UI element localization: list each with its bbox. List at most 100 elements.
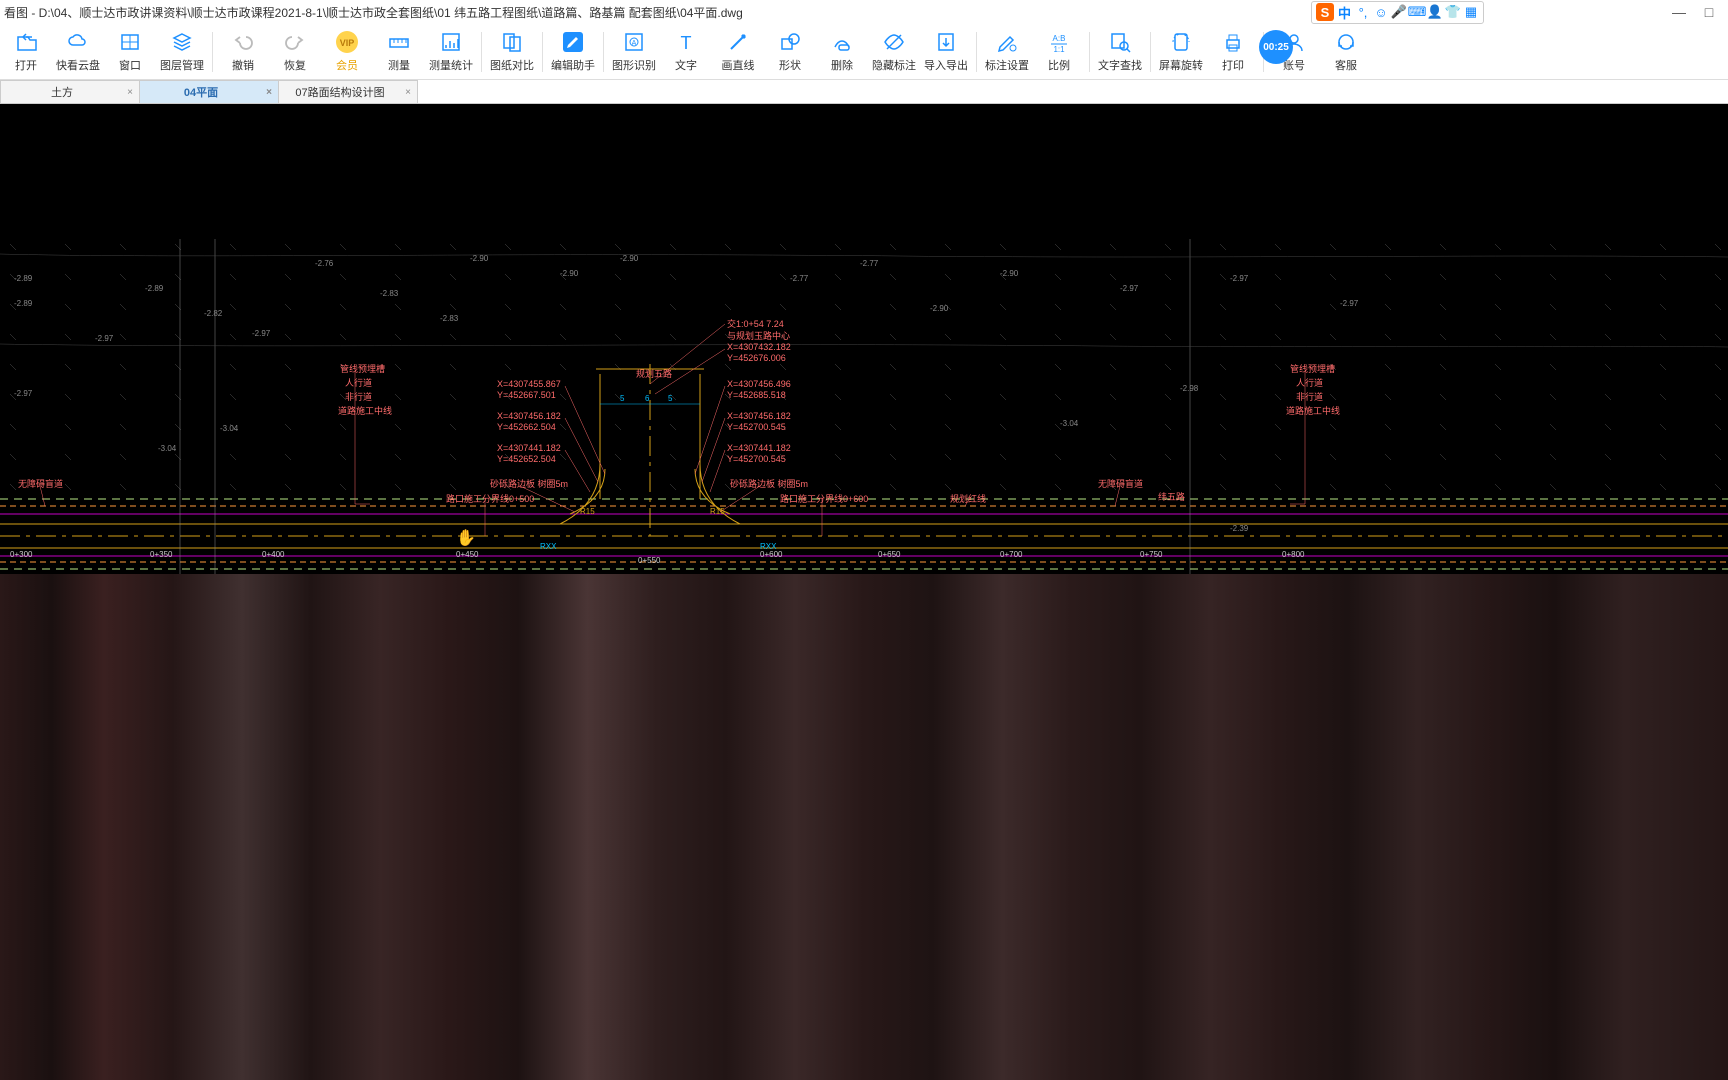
ime-indicator[interactable]: S 中 °, ☺ 🎤 ⌨ 👤 👕 ▦ [1311, 1, 1484, 24]
text-icon: T [674, 30, 698, 54]
cad-annotation: 人行道 [345, 376, 372, 389]
tool-label: 图纸对比 [490, 57, 534, 73]
tool-label: 客服 [1335, 57, 1357, 73]
tool-scale[interactable]: A:B1:1 比例 [1033, 24, 1085, 80]
tool-line[interactable]: 画直线 [712, 24, 764, 80]
cloud-icon [66, 30, 90, 54]
tool-print[interactable]: 打印 [1207, 24, 1259, 80]
annset-icon [995, 30, 1019, 54]
tab-土方[interactable]: 土方× [0, 80, 140, 103]
tool-rotate[interactable]: 屏幕旋转 [1155, 24, 1207, 80]
maximize-button[interactable]: □ [1694, 4, 1724, 20]
tool-window[interactable]: 窗口 [104, 24, 156, 80]
tool-mstats[interactable]: 测量统计 [425, 24, 477, 80]
tool-shape[interactable]: 形状 [764, 24, 816, 80]
tool-hide[interactable]: 隐藏标注 [868, 24, 920, 80]
tab-close-icon[interactable]: × [405, 87, 411, 98]
cad-annotation: X=4307456.496 [727, 379, 791, 389]
cad-annotation: Y=452685.518 [727, 390, 786, 400]
recording-timer[interactable]: 00:25 [1259, 30, 1293, 64]
svg-text:6: 6 [645, 394, 650, 403]
tool-label: 画直线 [722, 57, 755, 73]
tool-service[interactable]: 客服 [1320, 24, 1372, 80]
elevation-label: -2.90 [930, 304, 948, 313]
cad-annotation: Y=452662.504 [497, 422, 556, 432]
cad-annotation: 路口施工分界线0+500 [446, 492, 534, 505]
tool-text[interactable]: T文字 [660, 24, 712, 80]
elevation-label: -3.04 [220, 424, 238, 433]
svg-text:A: A [632, 40, 637, 47]
tool-vip[interactable]: VIP 会员 [321, 24, 373, 80]
compare-icon [500, 30, 524, 54]
tool-undo[interactable]: 撤销 [217, 24, 269, 80]
tool-delete[interactable]: 删除 [816, 24, 868, 80]
tool-measure[interactable]: 测量 [373, 24, 425, 80]
elevation-label: -2.90 [470, 254, 488, 263]
tool-annset[interactable]: 标注设置 [981, 24, 1033, 80]
pan-cursor-icon: ✋ [456, 528, 476, 548]
tool-recog[interactable]: A图形识别 [608, 24, 660, 80]
station-label: 0+550 [638, 556, 660, 565]
find-icon [1108, 30, 1132, 54]
tool-find[interactable]: 文字查找 [1094, 24, 1146, 80]
tab-close-icon[interactable]: × [266, 87, 272, 98]
tool-label: 隐藏标注 [872, 57, 916, 73]
redo-icon [283, 30, 307, 54]
cad-annotation: X=4307441.182 [727, 443, 791, 453]
tool-layers[interactable]: 图层管理 [156, 24, 208, 80]
shape-icon [778, 30, 802, 54]
cad-annotation: X=4307432.182 [727, 342, 791, 352]
ime-user-icon: 👤 [1427, 4, 1443, 20]
hide-icon [882, 30, 906, 54]
tool-edit[interactable]: 编辑助手 [547, 24, 599, 80]
cad-annotation: 非行道 [345, 390, 372, 403]
tab-04平面[interactable]: 04平面× [139, 80, 279, 103]
tool-label: 快看云盘 [56, 57, 100, 73]
cad-annotation: Y=452667.501 [497, 390, 556, 400]
tool-label: 会员 [336, 57, 358, 73]
cad-annotation: 道路施工中线 [338, 404, 392, 417]
elevation-label: -2.90 [1000, 269, 1018, 278]
tab-close-icon[interactable]: × [127, 87, 133, 98]
tool-io[interactable]: 导入导出 [920, 24, 972, 80]
cad-annotation: 砂砾路边板 树圈5m [490, 477, 568, 490]
tool-label: 恢复 [284, 57, 306, 73]
svg-text:RXX: RXX [540, 542, 557, 551]
svg-text:VIP: VIP [340, 38, 355, 48]
tool-label: 屏幕旋转 [1159, 57, 1203, 73]
vip-icon: VIP [335, 30, 359, 54]
cad-annotation: 管线预埋槽 [1290, 362, 1335, 375]
cad-annotation: 纬五路 [1158, 490, 1185, 503]
tab-07路面结构设计图[interactable]: 07路面结构设计图× [278, 80, 418, 103]
tool-compare[interactable]: 图纸对比 [486, 24, 538, 80]
sogou-icon: S [1316, 3, 1334, 21]
station-label: 0+750 [1140, 550, 1162, 559]
render-corruption [0, 574, 1728, 1080]
tool-label: 编辑助手 [551, 57, 595, 73]
line-icon [726, 30, 750, 54]
cad-annotation: Y=452700.545 [727, 422, 786, 432]
scale-icon: A:B1:1 [1047, 30, 1071, 54]
cad-annotation: Y=452700.545 [727, 454, 786, 464]
window-icon [118, 30, 142, 54]
tool-label: 图层管理 [160, 57, 204, 73]
tool-open[interactable]: 打开 [0, 24, 52, 80]
elevation-label: -2.97 [1120, 284, 1138, 293]
cad-annotation: 无障碍盲道 [1098, 477, 1143, 490]
elevation-label: -2.90 [620, 254, 638, 263]
tool-cloud[interactable]: 快看云盘 [52, 24, 104, 80]
tool-label: 比例 [1048, 57, 1070, 73]
tool-label: 测量 [388, 57, 410, 73]
drawing-canvas[interactable]: R15 R15 RXX RXX 5 6 5 交1:0+54 7.24与规划玉路中… [0, 104, 1728, 1080]
tool-redo[interactable]: 恢复 [269, 24, 321, 80]
main-toolbar: 打开 快看云盘窗口图层管理撤销恢复 VIP 会员 测量测量统计图纸对比 编辑助手 A图形识别… [0, 24, 1728, 80]
elevation-label: -2.83 [440, 314, 458, 323]
layers-icon [170, 30, 194, 54]
print-icon [1221, 30, 1245, 54]
minimize-button[interactable]: — [1664, 4, 1694, 20]
cad-annotation: 道路施工中线 [1286, 404, 1340, 417]
tool-label: 打开 [15, 57, 37, 73]
cad-annotation: 规划五路 [636, 367, 672, 380]
cad-annotation: X=4307456.182 [497, 411, 561, 421]
elevation-label: -2.89 [14, 274, 32, 283]
